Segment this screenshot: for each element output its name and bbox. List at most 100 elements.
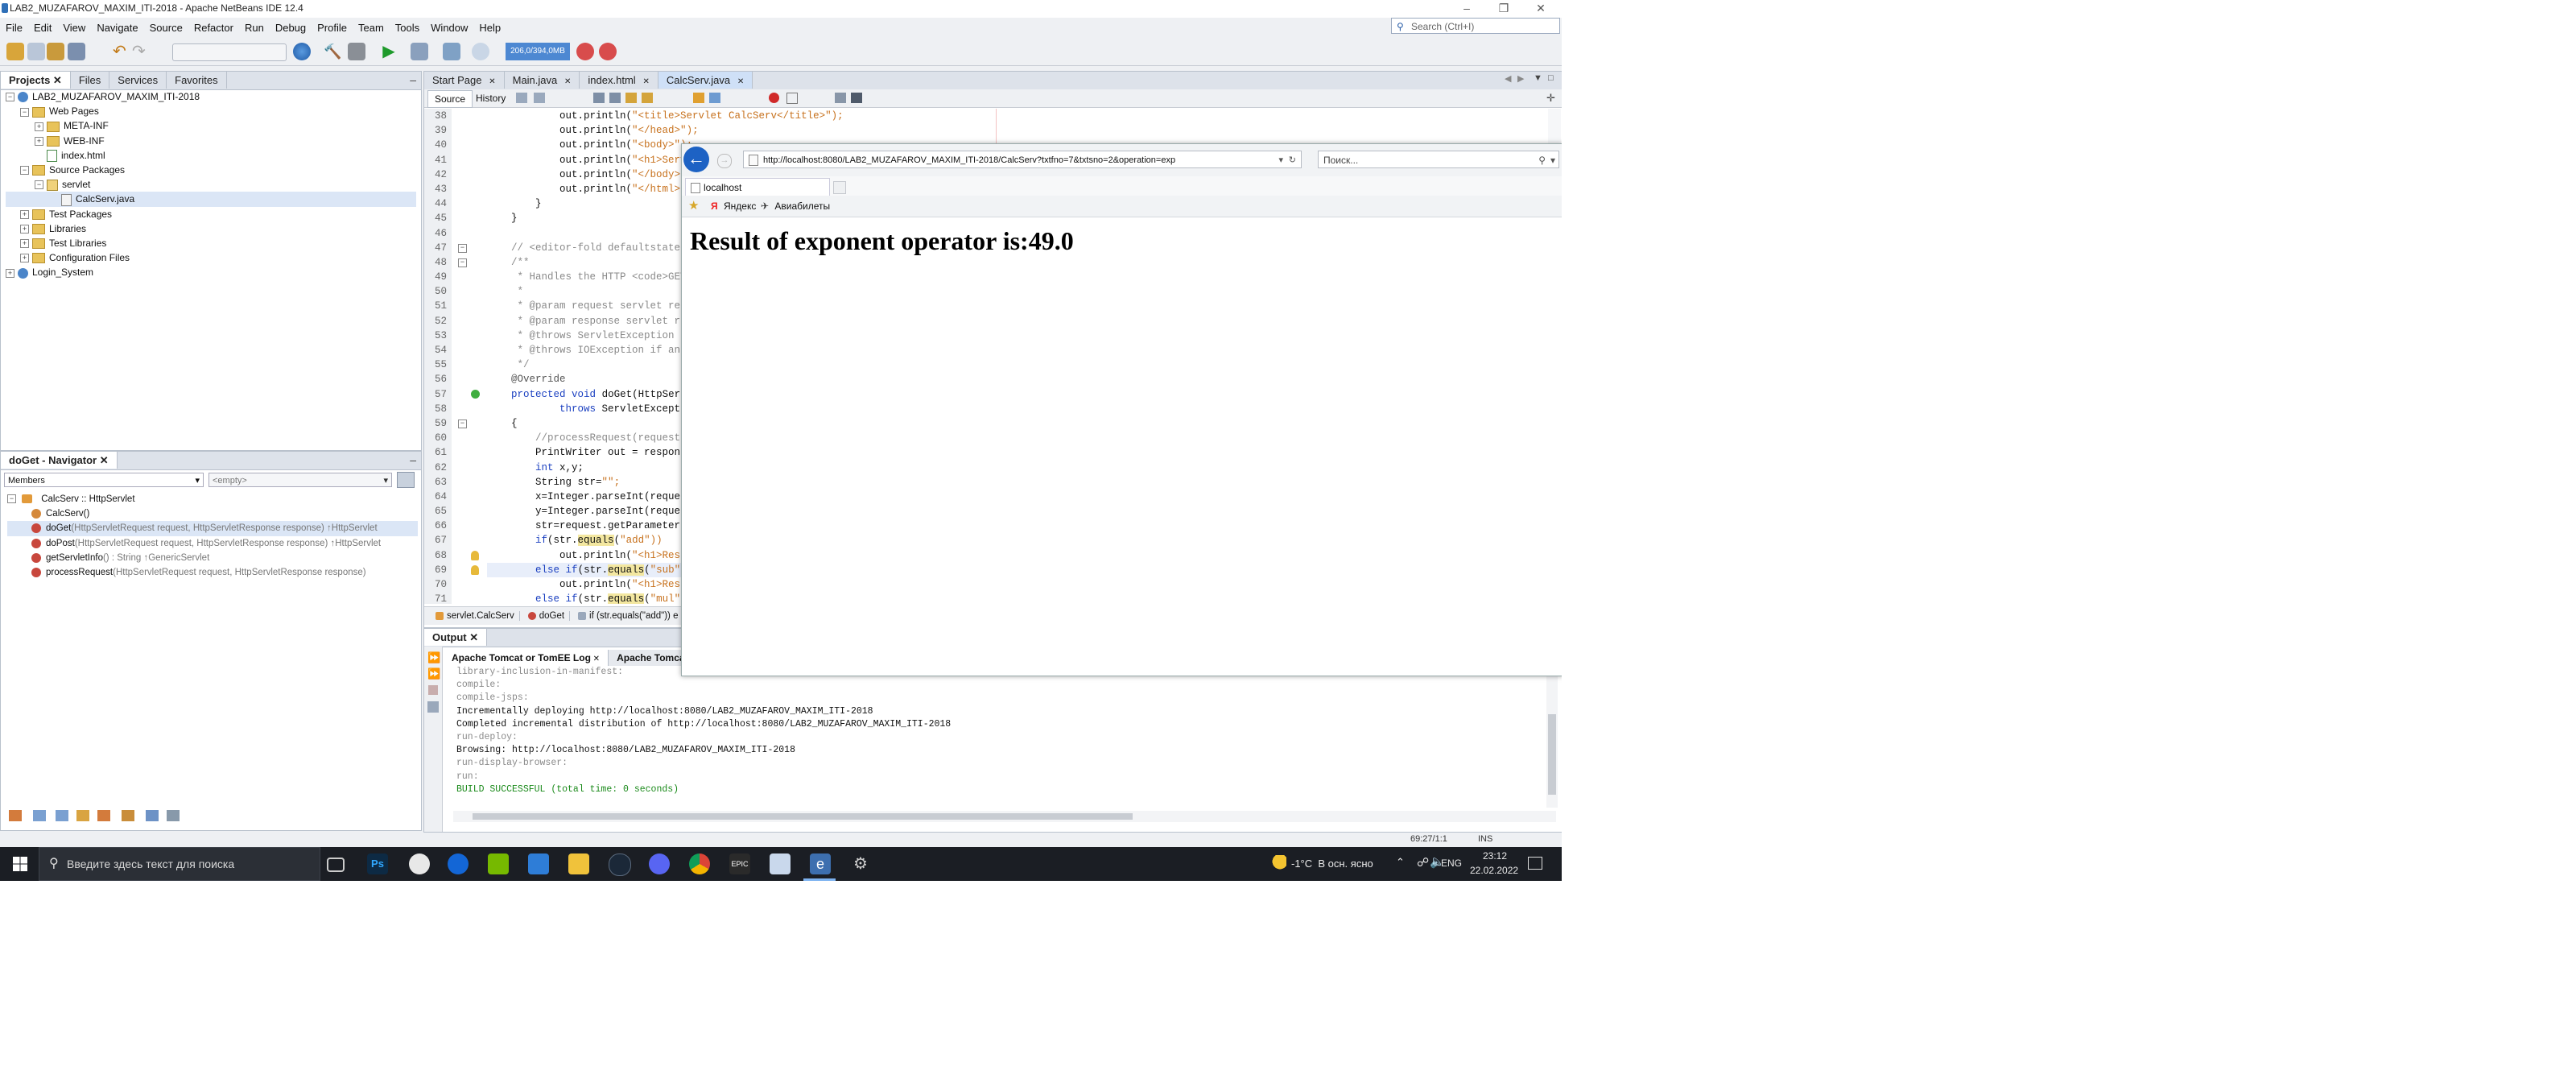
ide-search-input[interactable]: ⚲ Search (Ctrl+I) xyxy=(1391,18,1560,34)
expand-icon[interactable]: + xyxy=(20,225,29,234)
menu-team[interactable]: Team xyxy=(353,19,390,37)
netbeans-icon[interactable] xyxy=(770,853,791,874)
internet-explorer-icon[interactable]: e xyxy=(810,853,831,874)
tree-item[interactable]: index.html xyxy=(6,148,416,163)
scroll-tabs-right-icon[interactable]: ▶ xyxy=(1517,73,1524,84)
navigator-member[interactable]: getServletInfo() : String ↑GenericServle… xyxy=(7,551,418,565)
save-all-icon[interactable] xyxy=(68,43,85,60)
back-button[interactable]: ← xyxy=(683,147,709,172)
uncomment-icon[interactable] xyxy=(851,93,862,103)
tree-item[interactable]: − Web Pages xyxy=(6,104,416,118)
tree-item[interactable]: + Libraries xyxy=(6,221,416,236)
menu-refactor[interactable]: Refactor xyxy=(188,19,239,37)
back-location-icon[interactable] xyxy=(516,93,527,103)
task-view-icon[interactable] xyxy=(327,858,345,872)
close-tab-icon[interactable]: ✕ xyxy=(641,77,649,86)
photoshop-icon[interactable]: Ps xyxy=(367,853,388,874)
tree-item[interactable]: + Test Packages xyxy=(6,207,416,221)
hint-bulb-icon[interactable] xyxy=(471,565,479,576)
menu-navigate[interactable]: Navigate xyxy=(91,19,143,37)
navigator-filter-dropdown[interactable]: <empty> ▾ xyxy=(208,473,392,487)
filter-members-icon[interactable] xyxy=(122,810,134,821)
weather-text[interactable]: -1°C В осн. ясно xyxy=(1291,858,1373,870)
menu-edit[interactable]: Edit xyxy=(28,19,57,37)
filter-inherited-icon[interactable] xyxy=(76,810,89,821)
maximize-editor-icon[interactable]: □ xyxy=(1548,73,1554,83)
profile-project-icon[interactable] xyxy=(443,43,460,60)
collapse-icon[interactable]: − xyxy=(6,93,14,102)
hscroll-thumb[interactable] xyxy=(473,813,1133,820)
collapse-icon[interactable]: − xyxy=(35,180,43,190)
shift-right-icon[interactable] xyxy=(709,93,720,103)
epic-games-icon[interactable]: EPIC xyxy=(729,853,750,874)
tree-item[interactable]: − LAB2_MUZAFAROV_MAXIM_ITI-2018 xyxy=(6,89,416,104)
find-previous-icon[interactable] xyxy=(593,93,605,103)
breadcrumb-item[interactable]: servlet.CalcServ xyxy=(431,611,520,621)
debug-project-icon[interactable] xyxy=(411,43,428,60)
editor-tab[interactable]: index.html ✕ xyxy=(580,72,658,89)
tree-item[interactable]: CalcServ.java xyxy=(6,192,416,207)
toggle-bookmark-icon[interactable] xyxy=(642,93,653,103)
filter-nonpublic-icon[interactable] xyxy=(56,810,68,821)
output-tab[interactable]: Output ✕ xyxy=(424,629,488,646)
menu-run[interactable]: Run xyxy=(239,19,270,37)
expand-icon[interactable]: + xyxy=(20,239,29,249)
open-project-icon[interactable] xyxy=(47,43,64,60)
configuration-dropdown[interactable] xyxy=(172,43,287,61)
gc-icon[interactable] xyxy=(576,43,594,60)
taskbar-search[interactable]: ⚲ Введите здесь текст для поиска xyxy=(39,847,320,881)
panel-minimize-icon[interactable]: – xyxy=(410,73,416,86)
language-indicator[interactable]: ENG xyxy=(1441,858,1462,869)
navigator-member[interactable]: doGet(HttpServletRequest request, HttpSe… xyxy=(7,521,418,536)
close-tab-icon[interactable]: ✕ xyxy=(486,77,495,86)
mail-icon[interactable] xyxy=(528,853,549,874)
collapse-icon[interactable]: − xyxy=(20,166,29,176)
build-hammer-icon[interactable]: 🔨 xyxy=(324,43,341,60)
discord-icon[interactable] xyxy=(649,853,670,874)
fold-toggle-icon[interactable]: − xyxy=(458,258,467,267)
sort-source-icon[interactable] xyxy=(167,810,180,821)
navigator-member[interactable]: CalcServ() xyxy=(7,506,418,521)
undo-icon[interactable]: ↶ xyxy=(113,43,130,60)
file-explorer-icon[interactable] xyxy=(568,853,589,874)
new-file-icon[interactable] xyxy=(27,43,45,60)
navigator-root[interactable]: − CalcServ :: HttpServlet xyxy=(7,492,418,506)
expand-icon[interactable]: + xyxy=(35,136,43,146)
menu-file[interactable]: File xyxy=(0,19,28,37)
hint-bulb-icon[interactable] xyxy=(471,551,479,560)
tab-services[interactable]: Services xyxy=(109,72,167,89)
tab-projects[interactable]: Projects ✕ xyxy=(1,72,71,89)
forward-button[interactable]: → xyxy=(717,154,732,168)
editor-tab[interactable]: Start Page ✕ xyxy=(424,72,505,89)
clock-date[interactable]: 22.02.2022 xyxy=(1470,865,1518,876)
teamviewer-icon[interactable] xyxy=(448,853,469,874)
fold-toggle-icon[interactable]: − xyxy=(458,243,467,253)
clean-build-icon[interactable] xyxy=(348,43,365,60)
editor-tab[interactable]: CalcServ.java ✕ xyxy=(658,72,753,89)
nvidia-icon[interactable] xyxy=(488,853,509,874)
fold-toggle-icon[interactable]: − xyxy=(458,420,467,429)
rerun-with-params-icon[interactable]: ⏩ xyxy=(427,667,440,680)
code-line[interactable]: out.println("</head>"); xyxy=(487,123,1534,138)
restore-button[interactable]: ❐ xyxy=(1486,0,1521,18)
filter-fields-icon[interactable] xyxy=(9,810,22,821)
music-app-icon[interactable] xyxy=(409,853,430,874)
scroll-tabs-left-icon[interactable]: ◀ xyxy=(1505,73,1511,84)
show-opened-documents-icon[interactable]: ▼ xyxy=(1534,73,1542,83)
menu-profile[interactable]: Profile xyxy=(312,19,353,37)
steam-icon[interactable] xyxy=(609,853,631,876)
browser-tab[interactable]: localhost xyxy=(685,178,830,196)
refresh-icon[interactable]: ↻ xyxy=(1289,151,1296,167)
notifications-icon[interactable] xyxy=(1528,857,1542,870)
forward-location-icon[interactable] xyxy=(534,93,545,103)
comment-icon[interactable] xyxy=(835,93,846,103)
toggle-highlight-icon[interactable] xyxy=(625,93,637,103)
split-editor-icon[interactable]: ✛ xyxy=(1546,92,1555,105)
chevron-up-icon[interactable]: ⌃ xyxy=(1396,856,1405,869)
navigator-minimize-icon[interactable]: – xyxy=(410,453,416,466)
close-window-button[interactable]: ✕ xyxy=(1523,0,1558,18)
close-tab-icon[interactable]: ✕ xyxy=(591,655,600,663)
profile-ide-icon[interactable] xyxy=(599,43,617,60)
navigator-settings-icon[interactable] xyxy=(397,472,415,488)
tree-item[interactable]: + META-INF xyxy=(6,118,416,133)
